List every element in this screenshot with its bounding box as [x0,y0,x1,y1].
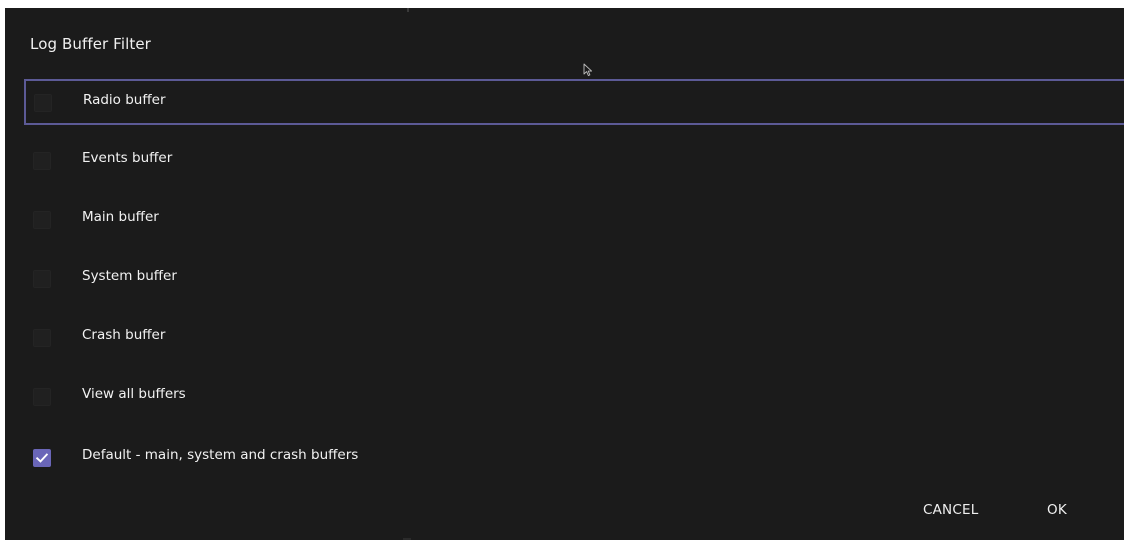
option-label: Crash buffer [82,327,166,343]
dialog-title: Log Buffer Filter [30,35,151,53]
view-all-buffers-checkbox[interactable] [33,388,51,406]
option-label: Events buffer [82,150,173,166]
main-buffer-checkbox[interactable] [33,211,51,229]
option-default-buffers[interactable]: Default - main, system and crash buffers [5,434,1124,480]
option-label: Default - main, system and crash buffers [82,447,359,463]
cancel-button[interactable]: CANCEL [923,502,978,518]
log-buffer-filter-dialog: Log Buffer Filter Radio buffer Events bu… [5,8,1124,540]
option-label: View all buffers [82,386,186,402]
option-radio-buffer[interactable]: Radio buffer [24,79,1124,125]
default-buffers-checkbox[interactable] [33,449,51,467]
option-label: System buffer [82,268,177,284]
ok-button[interactable]: OK [1047,502,1067,518]
option-label: Main buffer [82,209,159,225]
option-main-buffer[interactable]: Main buffer [5,196,1124,242]
radio-buffer-checkbox[interactable] [34,94,52,112]
system-buffer-checkbox[interactable] [33,270,51,288]
mouse-pointer-icon [583,63,593,77]
crash-buffer-checkbox[interactable] [33,329,51,347]
option-system-buffer[interactable]: System buffer [5,255,1124,301]
bottom-divider-notch [403,538,411,540]
option-view-all-buffers[interactable]: View all buffers [5,373,1124,419]
option-events-buffer[interactable]: Events buffer [5,137,1124,183]
option-label: Radio buffer [83,92,166,108]
top-divider-notch [407,8,409,12]
option-crash-buffer[interactable]: Crash buffer [5,314,1124,360]
checkmark-icon [35,453,49,463]
events-buffer-checkbox[interactable] [33,152,51,170]
